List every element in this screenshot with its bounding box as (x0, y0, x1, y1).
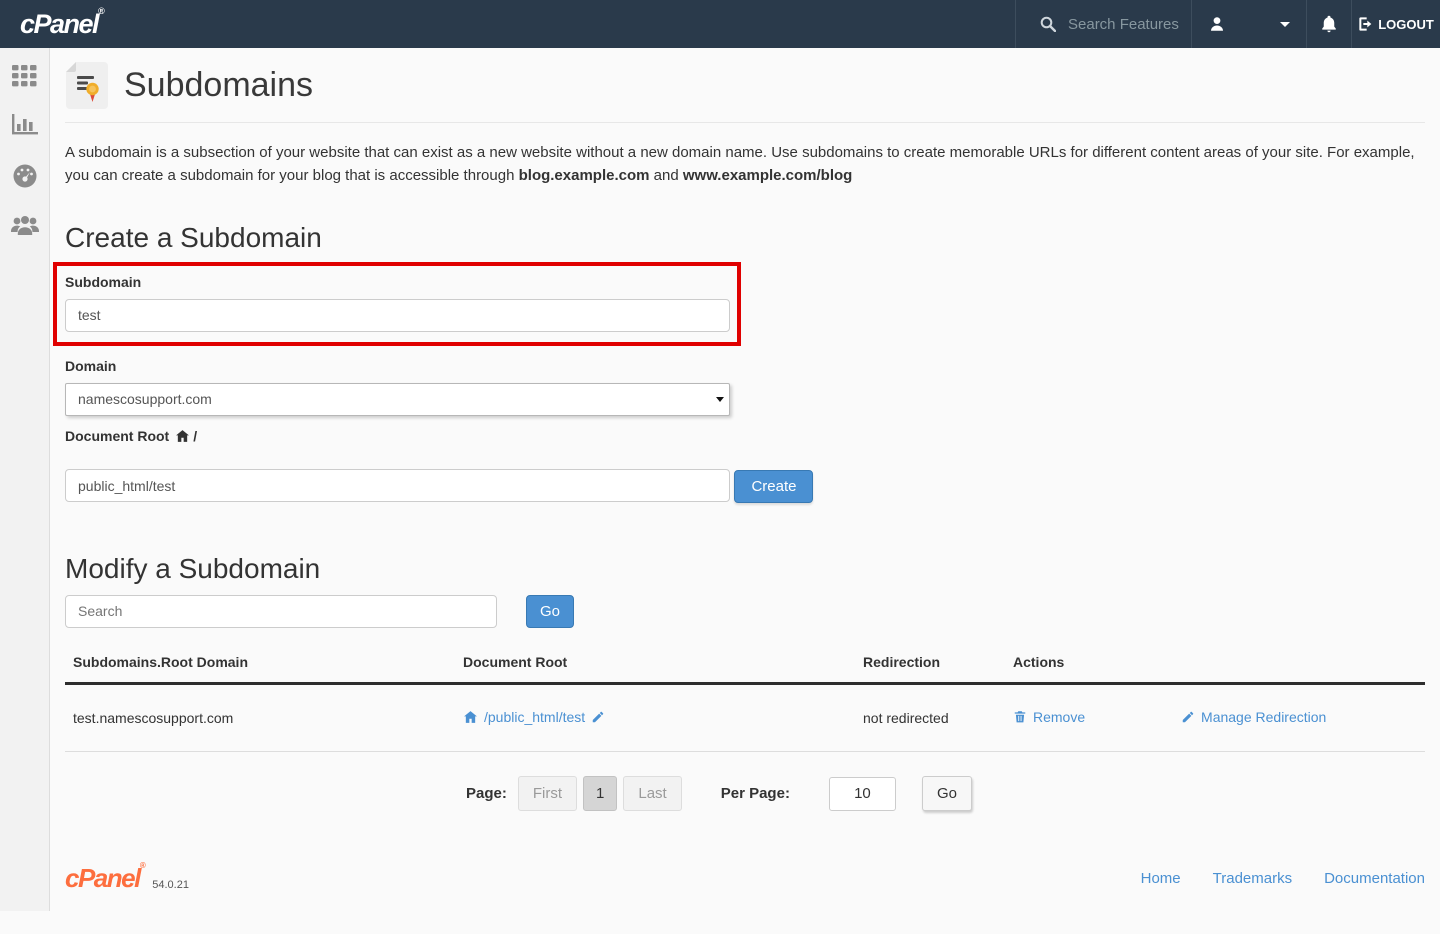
cell-redirection: not redirected (855, 683, 1005, 752)
per-page-go-button[interactable]: Go (922, 776, 972, 811)
cell-document-root: /public_html/test (455, 683, 855, 752)
header-subdomains-root-domain: Subdomains.Root Domain (65, 644, 455, 684)
edit-pencil-icon (1181, 710, 1195, 724)
trash-icon (1013, 709, 1027, 724)
per-page-input[interactable] (829, 777, 896, 811)
cpanel-footer-logo: cPanel® (65, 863, 144, 894)
left-sidebar (0, 48, 50, 911)
page-footer: cPanel® 54.0.21 Home Trademarks Document… (65, 863, 1425, 934)
domain-select[interactable]: namescosupport.com (65, 383, 730, 416)
notifications-button[interactable] (1306, 0, 1351, 48)
page-label: Page: (466, 785, 507, 802)
page-title: Subdomains (124, 66, 313, 105)
sidebar-item-dashboard[interactable] (12, 163, 38, 189)
logout-button[interactable]: LOGOUT (1351, 0, 1440, 48)
pagination: Page: First 1 Last Per Page: Go (466, 776, 1425, 811)
table-search-row: Go (65, 595, 1425, 628)
cell-subdomain: test.namescosupport.com (65, 683, 455, 752)
document-root-input[interactable] (65, 469, 730, 502)
header-document-root: Document Root (455, 644, 855, 684)
example-path-url: www.example.com/blog (683, 167, 852, 184)
header-redirection: Redirection (855, 644, 1005, 684)
footer-link-documentation[interactable]: Documentation (1324, 870, 1425, 887)
cell-actions: Remove Manage Redirection (1005, 683, 1425, 752)
example-subdomain-url: blog.example.com (519, 167, 650, 184)
domain-label: Domain (65, 358, 1425, 374)
domain-select-value: namescosupport.com (78, 391, 212, 407)
remove-link[interactable]: Remove (1013, 709, 1085, 725)
search-icon (1040, 16, 1056, 32)
home-icon (463, 710, 478, 724)
home-icon (175, 429, 190, 443)
subdomains-table: Subdomains.Root Domain Document Root Red… (65, 644, 1425, 753)
registered-mark: ® (98, 6, 105, 16)
per-page-label: Per Page: (721, 785, 790, 802)
footer-link-home[interactable]: Home (1141, 870, 1181, 887)
bell-icon (1320, 14, 1338, 34)
subdomains-feature-icon (65, 61, 109, 110)
cpanel-logo[interactable]: cPanel® (20, 9, 105, 40)
sidebar-item-statistics[interactable] (12, 113, 38, 139)
manage-redirection-link[interactable]: Manage Redirection (1181, 709, 1326, 725)
version-label: 54.0.21 (152, 879, 189, 891)
sidebar-item-users[interactable] (12, 213, 38, 239)
bar-chart-icon (12, 114, 38, 138)
main-content: Subdomains A subdomain is a subsection o… (50, 48, 1440, 934)
search-features-placeholder: Search Features (1068, 16, 1179, 33)
page-first-button[interactable]: First (518, 776, 577, 811)
page-header: Subdomains (65, 48, 1425, 123)
table-search-input[interactable] (65, 595, 497, 628)
modify-subdomain-heading: Modify a Subdomain (65, 553, 1425, 585)
page-last-button[interactable]: Last (623, 776, 681, 811)
create-subdomain-heading: Create a Subdomain (65, 222, 1425, 254)
edit-pencil-icon[interactable] (591, 710, 605, 724)
logout-label: LOGOUT (1378, 17, 1434, 32)
subdomain-input[interactable] (65, 299, 730, 332)
document-root-label: Document Root / (65, 428, 1425, 444)
top-navbar: cPanel® Search Features LOGOUT (0, 0, 1440, 48)
search-go-button[interactable]: Go (526, 595, 574, 628)
footer-link-trademarks[interactable]: Trademarks (1213, 870, 1292, 887)
speedometer-icon (12, 163, 38, 189)
table-row: test.namescosupport.com /public_html/tes… (65, 683, 1425, 752)
table-header-row: Subdomains.Root Domain Document Root Red… (65, 644, 1425, 684)
grid-icon (12, 65, 37, 87)
annotation-highlight-box: Subdomain (53, 262, 741, 346)
select-dropdown-arrow-icon[interactable] (712, 385, 728, 414)
user-menu[interactable] (1191, 0, 1306, 48)
user-icon (1208, 15, 1226, 33)
chevron-down-icon (1280, 22, 1290, 27)
users-icon (11, 214, 39, 238)
sidebar-item-home[interactable] (12, 63, 38, 89)
page-description: A subdomain is a subsection of your webs… (65, 141, 1425, 188)
logout-icon (1358, 16, 1374, 32)
search-features[interactable]: Search Features (1015, 0, 1191, 48)
subdomain-label: Subdomain (65, 274, 729, 290)
create-button[interactable]: Create (734, 470, 813, 503)
header-actions: Actions (1005, 644, 1425, 684)
page-current-button[interactable]: 1 (583, 776, 617, 811)
document-root-link[interactable]: /public_html/test (463, 709, 605, 725)
